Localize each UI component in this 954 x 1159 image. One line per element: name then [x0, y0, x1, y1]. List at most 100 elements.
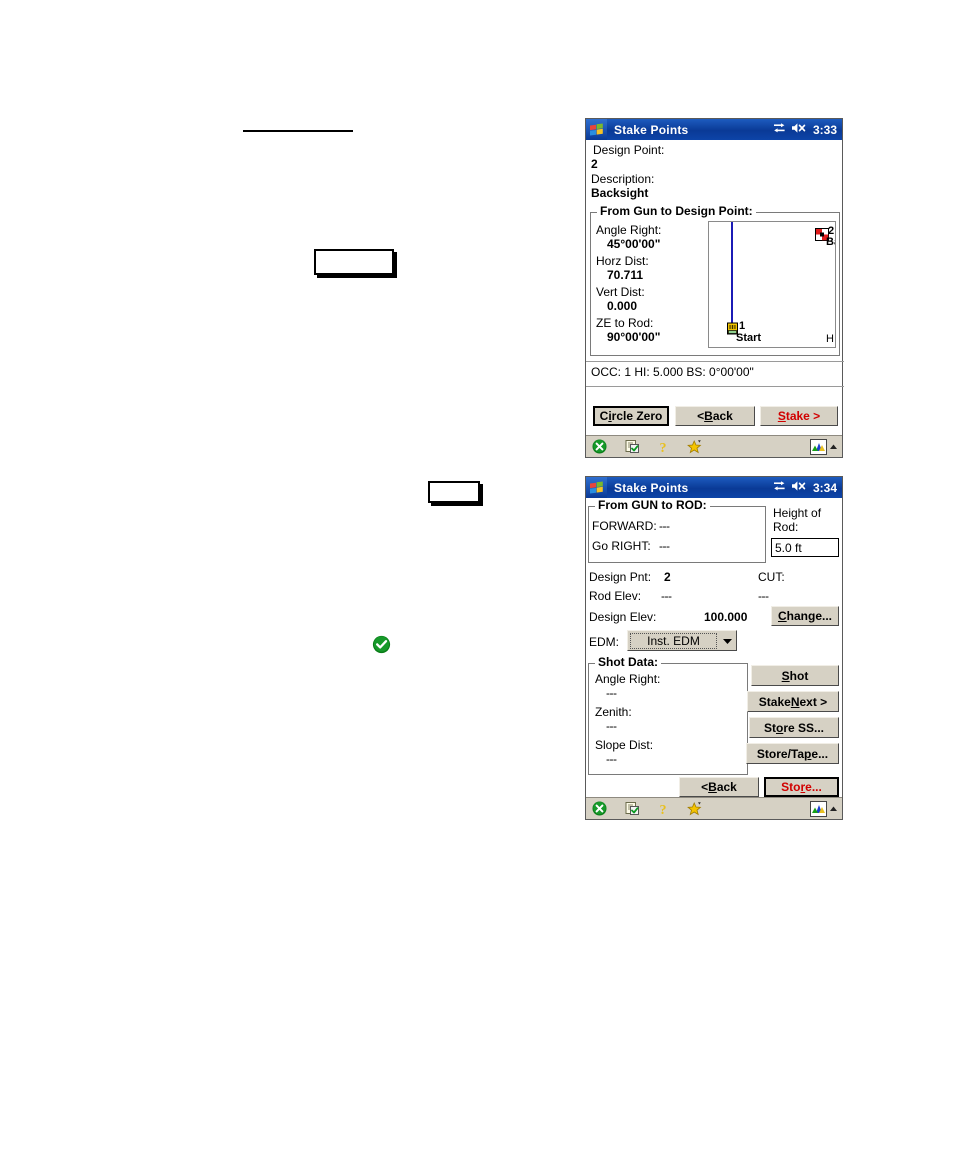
input-panel-icon[interactable]	[810, 800, 827, 817]
stakeout-map-panel[interactable]: 1 Start 2 Ba H	[708, 221, 836, 348]
change-button[interactable]: Change...	[771, 606, 839, 626]
store-tape-pre: Store/Ta	[756, 746, 805, 761]
stake-post: take >	[785, 409, 821, 423]
store-tape-button[interactable]: Store/Ta p e...	[746, 743, 839, 764]
chevron-up-icon[interactable]	[829, 443, 838, 451]
connectivity-icon[interactable]	[772, 480, 787, 495]
store-button[interactable]: Sto r e...	[764, 777, 839, 797]
forward-value: ---	[659, 519, 670, 533]
group-title: Shot Data:	[595, 656, 661, 669]
angle-right-value: 45°00'00"	[607, 237, 661, 251]
button-separator	[586, 386, 844, 387]
map-point-2-name: Ba	[826, 236, 835, 248]
edm-dropdown[interactable]: Inst. EDM	[627, 630, 737, 651]
titlebar: Stake Points 3:34	[586, 477, 842, 498]
store-ss-button[interactable]: St o re SS...	[749, 717, 839, 738]
circle-zero-post: rcle Zero	[611, 409, 663, 423]
help-icon[interactable]: ?	[658, 439, 671, 455]
ze-to-rod-label: ZE to Rod:	[596, 316, 654, 330]
stake-button[interactable]: Stake >	[760, 406, 838, 426]
back-button[interactable]: < Back	[679, 777, 759, 797]
client-area: Design Point: 2 Description: Backsight F…	[586, 140, 844, 436]
shot-accel: S	[781, 668, 790, 683]
forward-label: FORWARD:	[592, 519, 657, 533]
clock-time: 3:33	[812, 122, 837, 137]
titlebar: Stake Points 3:33	[586, 119, 842, 140]
design-point-value: 2	[591, 157, 598, 171]
speaker-muted-icon[interactable]	[791, 480, 808, 495]
client-area: From GUN to ROD: FORWARD: --- Go RIGHT: …	[586, 498, 842, 798]
callout-box-1	[314, 249, 394, 275]
favorites-star-icon[interactable]	[687, 801, 704, 817]
app-title: Stake Points	[614, 480, 689, 495]
vert-dist-label: Vert Dist:	[596, 285, 645, 299]
store-post: e...	[805, 780, 822, 794]
height-of-rod-label-2: Rod:	[773, 520, 799, 534]
horz-dist-label: Horz Dist:	[596, 254, 649, 268]
store-pre: Sto	[781, 780, 801, 794]
design-elev-value: 100.000	[704, 610, 748, 624]
store-ss-accel: o	[775, 720, 784, 735]
slope-dist-label: Slope Dist:	[595, 738, 654, 752]
height-of-rod-input[interactable]: 5.0 ft	[771, 538, 839, 557]
stake-next-accel: N	[790, 694, 800, 709]
back-pre: <	[701, 780, 709, 794]
tasklist-icon[interactable]	[625, 439, 640, 454]
from-gun-to-rod-group: From GUN to ROD: FORWARD: --- Go RIGHT: …	[588, 499, 766, 563]
circle-zero-button[interactable]: Ci rcle Zero	[593, 406, 669, 426]
from-gun-to-design-point-group: From Gun to Design Point: Angle Right: 4…	[590, 205, 840, 356]
horz-dist-value: 70.711	[607, 268, 644, 282]
map-corner-marker: H	[826, 333, 834, 345]
rod-elev-label: Rod Elev:	[589, 589, 642, 603]
status-separator	[586, 361, 844, 362]
design-elev-label: Design Elev:	[589, 610, 657, 624]
back-pre: <	[697, 409, 705, 423]
clock-time: 3:34	[812, 480, 837, 495]
windows-logo-icon[interactable]	[586, 477, 607, 498]
height-of-rod-label-1: Height of	[773, 506, 822, 520]
shot-button[interactable]: Shot	[751, 665, 839, 686]
taskbar: ?	[586, 797, 842, 819]
design-pnt-value: 2	[664, 570, 671, 584]
angle-right-label: Angle Right:	[595, 672, 661, 686]
group-title: From Gun to Design Point:	[597, 205, 756, 218]
status-line: OCC: 1 HI: 5.000 BS: 0°00'00"	[591, 365, 754, 379]
map-point-1-number: 1	[739, 320, 746, 332]
stake-points-screen-1: Stake Points 3:33 Design Point: 2 Descri…	[585, 118, 844, 458]
callout-box-2	[428, 481, 480, 503]
go-right-value: ---	[659, 539, 670, 553]
taskbar: ?	[586, 435, 842, 457]
circle-zero-pre: C	[599, 409, 609, 423]
svg-text:?: ?	[660, 803, 667, 817]
back-button[interactable]: < Back	[675, 406, 755, 426]
design-pnt-label: Design Pnt:	[589, 570, 652, 584]
close-icon[interactable]	[592, 801, 607, 816]
store-ss-pre: St	[763, 720, 776, 735]
edm-selected-value: Inst. EDM	[630, 632, 717, 649]
green-check-badge-icon	[372, 635, 391, 654]
chevron-up-icon[interactable]	[829, 805, 838, 813]
store-ss-post: re SS...	[783, 720, 825, 735]
description-label: Description:	[591, 172, 655, 186]
shot-post: hot	[789, 668, 809, 683]
windows-logo-icon[interactable]	[586, 119, 607, 140]
favorites-star-icon[interactable]	[687, 439, 704, 455]
design-point-label: Design Point:	[593, 143, 665, 157]
map-point-1-name: Start	[736, 332, 762, 344]
shot-data-group: Shot Data: Angle Right: --- Zenith: --- …	[588, 656, 748, 775]
back-post: ack	[712, 409, 733, 423]
stake-next-button[interactable]: Stake Next >	[747, 691, 839, 712]
map-baseline	[731, 222, 733, 328]
input-panel-icon[interactable]	[810, 438, 827, 455]
close-icon[interactable]	[592, 439, 607, 454]
back-accel: B	[704, 409, 713, 423]
back-accel: B	[708, 780, 717, 794]
chevron-down-icon[interactable]	[719, 637, 736, 645]
tasklist-icon[interactable]	[625, 801, 640, 816]
speaker-muted-icon[interactable]	[791, 122, 808, 137]
help-icon[interactable]: ?	[658, 801, 671, 817]
store-tape-post: e...	[811, 746, 829, 761]
connectivity-icon[interactable]	[772, 122, 787, 137]
zenith-value: ---	[606, 719, 617, 733]
change-post: hange...	[786, 609, 832, 623]
